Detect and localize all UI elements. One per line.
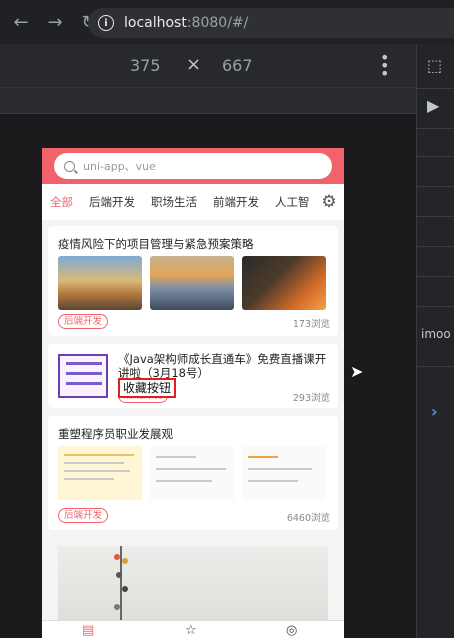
search-input[interactable]: uni-app、vue [54, 153, 332, 179]
list-item[interactable]: 重塑程序员职业发展观 后端开发 6460浏览 [48, 416, 338, 530]
device-width[interactable]: 375 [130, 56, 161, 75]
thumbnail-decoration [64, 462, 124, 464]
browser-toolbar: ← → ↻ i localhost:8080/#/ [0, 0, 454, 44]
thumbnail-decoration [66, 382, 102, 385]
divider [417, 276, 454, 277]
divider [417, 128, 454, 129]
thumbnail-row [58, 446, 334, 500]
thumbnail-image [58, 256, 142, 310]
category-tag: 后端开发 [58, 508, 109, 523]
thumbnail-decoration [248, 480, 298, 482]
mouse-cursor-icon: ➤ [350, 362, 364, 381]
tree-leaf [114, 554, 120, 560]
favorite-button[interactable]: 收藏按钮 [118, 378, 177, 398]
divider [417, 366, 454, 367]
thumbnail-image [58, 446, 142, 500]
article-title: 疫情风险下的项目管理与紧急预案策略 [58, 237, 254, 251]
thumbnail-image [150, 256, 234, 310]
divider [417, 186, 454, 187]
back-arrow-icon[interactable]: ← [8, 9, 34, 35]
thumbnail-decoration [66, 362, 102, 365]
thumbnail-decoration [156, 480, 212, 482]
tab-ai[interactable]: 人工智 [275, 194, 310, 210]
address-bar[interactable]: i localhost:8080/#/ [88, 8, 454, 38]
browser-window: ← → ↻ i localhost:8080/#/ 375 × 667 ••• … [0, 0, 454, 638]
thumbnail-image [242, 256, 326, 310]
thumbnail-image [242, 446, 326, 500]
url-host: localhost [124, 15, 187, 31]
search-icon [64, 160, 75, 172]
thumbnail-decoration [156, 468, 226, 470]
app-header: uni-app、vue [42, 148, 344, 184]
device-height[interactable]: 667 [222, 56, 253, 75]
thumbnail-decoration [66, 372, 102, 375]
user-tab-icon[interactable]: ◎ [286, 623, 297, 638]
category-tabs: 全部 后端开发 职场生活 前端开发 人工智 ⚙ [42, 184, 344, 220]
tree-leaf [122, 586, 128, 592]
thumbnail-decoration [64, 478, 114, 480]
tree-leaf [114, 604, 120, 610]
divider [417, 88, 454, 89]
device-toolbar: 375 × 667 • • • [0, 44, 416, 88]
tab-all[interactable]: 全部 [50, 194, 73, 210]
list-item[interactable]: 《Java架构师成长直通车》免费直播课开讲啦（3月18号） 后端开发 293浏览… [48, 344, 338, 408]
gear-icon[interactable]: ⚙ [318, 191, 340, 213]
thumbnail-image [58, 354, 108, 398]
star-tab-icon[interactable]: ☆ [185, 623, 197, 638]
devtools-side-text: imoo [421, 327, 451, 341]
more-options-icon[interactable]: • • • [380, 50, 389, 82]
thumbnail-decoration [156, 456, 196, 458]
tree-leaf [116, 572, 122, 578]
bottom-tab-bar: ▤ ☆ ◎ [42, 620, 344, 638]
list-item[interactable]: 疫情风险下的项目管理与紧急预案策略 后端开发 173浏览 [48, 226, 338, 336]
url-rest: :8080/#/ [186, 15, 249, 31]
thumbnail-decoration [64, 454, 134, 456]
view-count: 6460浏览 [286, 513, 330, 524]
view-count: 173浏览 [292, 319, 330, 330]
search-placeholder: uni-app、vue [83, 160, 156, 173]
inspect-element-icon[interactable]: ⬚ [427, 56, 442, 75]
divider [417, 246, 454, 247]
device-toggle-icon[interactable]: ▶ [427, 96, 439, 115]
thumbnail-decoration [248, 456, 278, 458]
category-tag: 后端开发 [58, 314, 109, 329]
thumbnail-row [58, 256, 334, 310]
divider [417, 216, 454, 217]
info-icon[interactable]: i [98, 15, 114, 31]
divider [417, 306, 454, 307]
thumbnail-image [150, 446, 234, 500]
divider [417, 156, 454, 157]
article-title: 《Java架构师成长直通车》免费直播课开讲啦（3月18号） [118, 352, 327, 380]
thumbnail-decoration [64, 470, 130, 472]
tab-workplace[interactable]: 职场生活 [151, 194, 197, 210]
tab-frontend[interactable]: 前端开发 [213, 194, 259, 210]
phone-screen: uni-app、vue 全部 后端开发 职场生活 前端开发 人工智 ⚙ 疫情风险… [42, 148, 344, 638]
dimension-separator: × [186, 54, 202, 75]
forward-arrow-icon[interactable]: → [42, 9, 68, 35]
device-ruler [0, 88, 416, 114]
article-title: 重塑程序员职业发展观 [58, 427, 173, 441]
home-tab-icon[interactable]: ▤ [82, 623, 94, 638]
thumbnail-decoration [248, 468, 312, 470]
chevron-right-icon[interactable]: › [431, 402, 438, 421]
tab-backend[interactable]: 后端开发 [89, 194, 135, 210]
tree-leaf [122, 558, 128, 564]
view-count: 293浏览 [292, 393, 330, 404]
devtools-panel: ⬚ ▶ imoo › [416, 44, 454, 638]
